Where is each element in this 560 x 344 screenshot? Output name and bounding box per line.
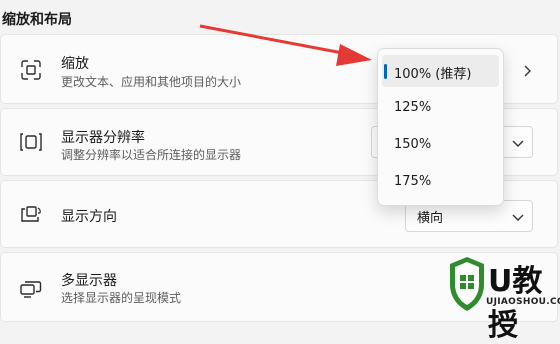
- selected-indicator: [384, 64, 387, 79]
- section-title: 缩放和布局: [2, 12, 72, 28]
- scale-title: 缩放: [61, 56, 89, 72]
- resolution-subtitle: 调整分辨率以适合所连接的显示器: [61, 148, 242, 162]
- chevron-down-icon: [512, 214, 524, 221]
- shield-logo-icon: [450, 257, 484, 311]
- scale-option-150[interactable]: 150%: [382, 129, 499, 161]
- scale-option-label: 150%: [394, 137, 432, 152]
- watermark-url: UJIAOSHOU.COM: [486, 297, 560, 307]
- scale-option-100[interactable]: 100% (推荐): [382, 55, 499, 87]
- multi-display-title: 多显示器: [61, 273, 117, 289]
- chevron-down-icon: [512, 140, 524, 147]
- resolution-icon: [20, 133, 42, 151]
- scale-option-label: 125%: [394, 100, 432, 115]
- scale-icon: [21, 60, 41, 80]
- scale-option-125[interactable]: 125%: [382, 92, 499, 124]
- chevron-right-icon[interactable]: [520, 64, 534, 78]
- orientation-title: 显示方向: [61, 209, 117, 225]
- multi-display-icon: [20, 281, 42, 298]
- scale-subtitle: 更改文本、应用和其他项目的大小: [61, 75, 242, 89]
- orientation-icon: [21, 206, 41, 222]
- scale-option-175[interactable]: 175%: [382, 166, 499, 198]
- resolution-title: 显示器分辨率: [61, 130, 145, 146]
- multi-display-subtitle: 选择显示器的呈现模式: [61, 291, 182, 305]
- scale-option-label: 175%: [394, 174, 432, 189]
- scale-dropdown: 100% (推荐) 125% 150% 175%: [377, 48, 504, 206]
- orientation-value: 横向: [417, 211, 444, 226]
- scale-option-label: 100% (推荐): [394, 67, 472, 82]
- watermark-logo: U教授 UJIAOSHOU.COM: [446, 252, 560, 343]
